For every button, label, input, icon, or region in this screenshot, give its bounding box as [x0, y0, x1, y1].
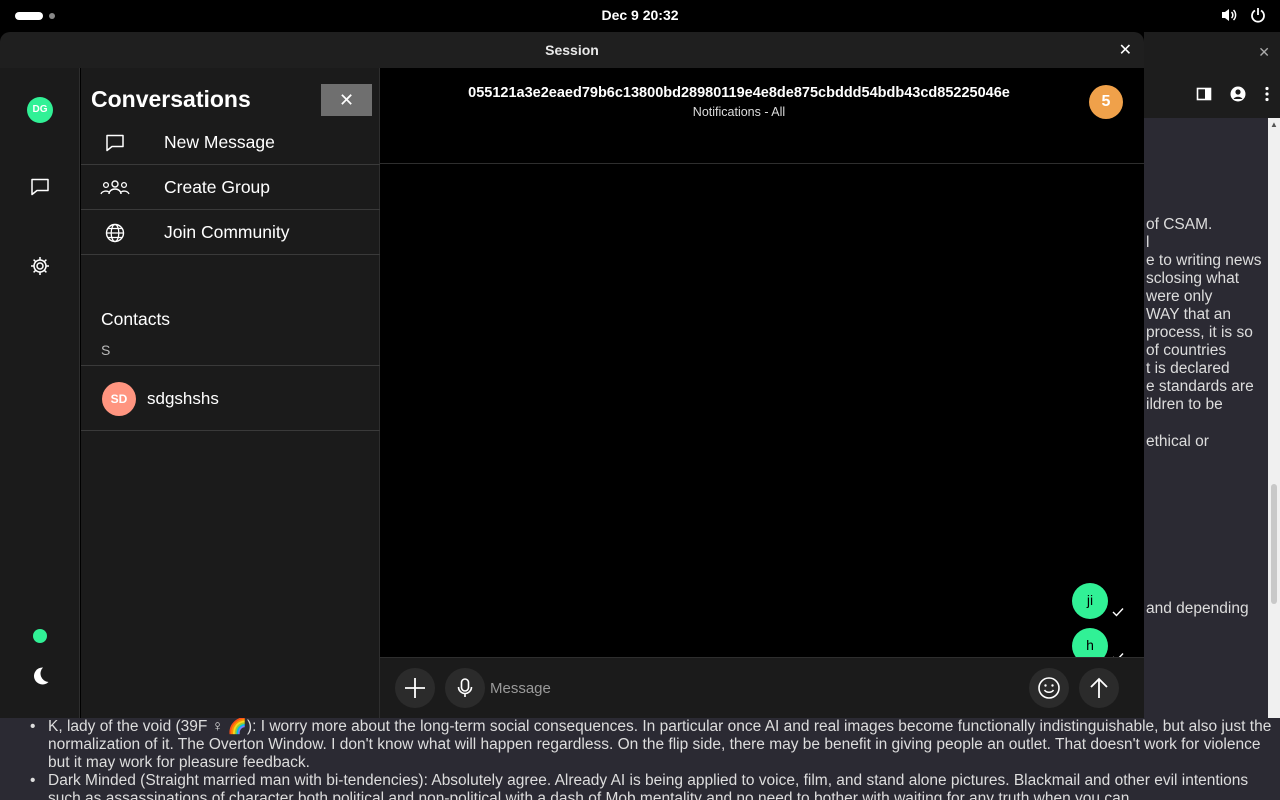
- page-text-line: e to writing news: [1146, 252, 1262, 269]
- chat-area: 055121a3e2eaed79b6c13800bd28980119e4e8de…: [380, 68, 1144, 718]
- system-top-bar: Dec 9 20:32: [0, 0, 1280, 32]
- page-text-line: sclosing what: [1146, 270, 1240, 287]
- add-attachment-button[interactable]: [395, 668, 435, 708]
- page-text-line: were only: [1146, 288, 1213, 305]
- clock[interactable]: Dec 9 20:32: [0, 7, 1280, 23]
- window-title: Session: [545, 42, 599, 58]
- page-text-line: and depending: [1146, 600, 1249, 617]
- settings-icon[interactable]: [29, 255, 51, 282]
- group-icon: [99, 177, 131, 204]
- browser-toolbar: [1144, 72, 1280, 118]
- globe-icon: [104, 222, 126, 249]
- volume-icon[interactable]: [1220, 6, 1238, 24]
- contacts-heading: Contacts: [101, 309, 171, 329]
- message-composer: [380, 657, 1144, 718]
- message-icon: [104, 132, 126, 159]
- menu-kebab-icon[interactable]: [1264, 86, 1270, 107]
- message-bubble[interactable]: ji: [1072, 583, 1108, 619]
- emoji-button[interactable]: [1029, 668, 1069, 708]
- page-text-line: of countries: [1146, 342, 1227, 359]
- background-browser-window: ✕ of CSAM. l e to writing news sclosing …: [1144, 32, 1280, 800]
- microphone-icon: [457, 678, 473, 697]
- contacts-letter-header: S: [101, 342, 111, 358]
- new-message-button[interactable]: New Message: [81, 120, 380, 165]
- contact-row[interactable]: SD sdgshshs: [81, 366, 380, 431]
- power-icon[interactable]: [1250, 7, 1266, 23]
- sidebar-toggle-icon[interactable]: [1196, 86, 1212, 107]
- page-text-line: e standards are: [1146, 378, 1254, 395]
- conversations-panel: Conversations ✕ New Message Create Group…: [81, 68, 380, 718]
- page-text-line: WAY that an: [1146, 306, 1232, 323]
- notification-setting-label: Notifications - All: [692, 105, 786, 119]
- page-text-line: of CSAM.: [1146, 216, 1213, 233]
- scrollbar-thumb[interactable]: [1271, 484, 1277, 604]
- contact-name: sdgshshs: [147, 389, 219, 408]
- voice-message-button[interactable]: [445, 668, 485, 708]
- scroll-up-icon[interactable]: ▲: [1270, 120, 1278, 129]
- menu-item-label: Create Group: [164, 177, 271, 197]
- window-titlebar[interactable]: Session ✕: [0, 32, 1144, 68]
- page-text-line: ildren to be: [1146, 396, 1223, 413]
- list-item: Dark Minded (Straight married man with b…: [30, 772, 1280, 800]
- window-close-icon[interactable]: ✕: [1119, 40, 1132, 60]
- message-input[interactable]: [490, 676, 1010, 700]
- sent-check-icon: [1112, 604, 1124, 622]
- moon-icon[interactable]: [29, 665, 51, 692]
- close-panel-button[interactable]: ✕: [321, 84, 372, 116]
- system-tray[interactable]: [1220, 6, 1266, 24]
- menu-item-label: Join Community: [164, 222, 290, 242]
- session-window: Session ✕ DG Conversations ✕ New Message: [0, 32, 1144, 718]
- browser-close-icon[interactable]: ✕: [1258, 44, 1270, 61]
- plus-icon: [405, 678, 425, 698]
- account-icon[interactable]: [1230, 86, 1246, 107]
- browser-scrollbar[interactable]: ▲: [1268, 118, 1280, 800]
- left-rail: DG: [0, 68, 80, 718]
- contact-avatar: SD: [102, 382, 136, 416]
- unread-count-badge[interactable]: 5: [1089, 85, 1123, 119]
- online-status-dot: [33, 629, 47, 643]
- arrow-up-icon: [1090, 677, 1108, 698]
- browser-tab-strip: ✕: [1144, 32, 1280, 72]
- session-id-title[interactable]: 055121a3e2eaed79b6c13800bd28980119e4e8de…: [380, 85, 1098, 101]
- panel-title: Conversations: [91, 86, 251, 112]
- page-text-line: t is declared: [1146, 360, 1230, 377]
- join-community-button[interactable]: Join Community: [81, 210, 380, 255]
- list-item: K, lady of the void (39F ♀ 🌈): I worry m…: [30, 718, 1280, 772]
- close-icon: ✕: [338, 90, 355, 110]
- background-page-bottom: K, lady of the void (39F ♀ 🌈): I worry m…: [0, 718, 1280, 800]
- menu-item-label: New Message: [164, 132, 275, 152]
- user-avatar[interactable]: DG: [27, 97, 53, 123]
- emoji-icon: [1038, 677, 1060, 699]
- create-group-button[interactable]: Create Group: [81, 165, 380, 210]
- browser-page-content: of CSAM. l e to writing news sclosing wh…: [1144, 118, 1268, 800]
- chat-header: 055121a3e2eaed79b6c13800bd28980119e4e8de…: [380, 68, 1144, 164]
- page-text-line: process, it is so: [1146, 324, 1253, 341]
- messages-icon[interactable]: [29, 176, 51, 203]
- page-text-line: ethical or: [1146, 433, 1209, 450]
- send-button[interactable]: [1079, 668, 1119, 708]
- page-text-line: l: [1146, 234, 1150, 251]
